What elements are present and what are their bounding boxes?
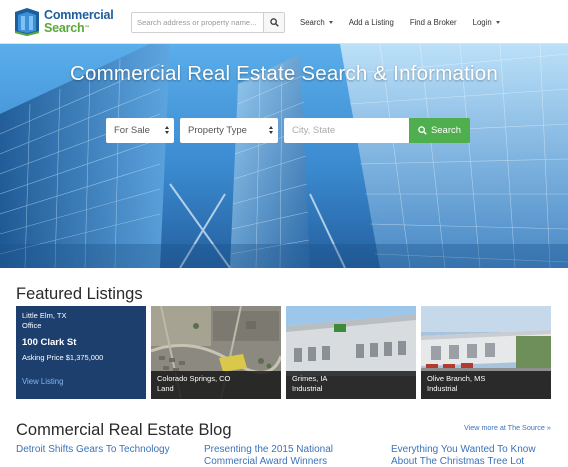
featured-listings-heading: Featured Listings (16, 285, 143, 303)
chevron-down-icon (165, 126, 170, 135)
header-search-box (131, 12, 285, 33)
chevron-down-icon (495, 21, 500, 24)
listing-address: 100 Clark St (22, 337, 77, 348)
commercial-search-logo[interactable]: Commercial Search™ (14, 6, 124, 38)
address-search-input[interactable] (132, 13, 264, 32)
nav-find-broker-label: Find a Broker (409, 18, 457, 27)
hero-search-button[interactable]: Search (409, 118, 470, 143)
hero-banner: Commercial Real Estate Search & Informat… (0, 44, 568, 268)
featured-listings: Little Elm, TX Office 100 Clark St Askin… (16, 306, 552, 399)
listing-caption: Olive Branch, MS Industrial (421, 371, 551, 399)
listing-type: Industrial (427, 384, 458, 393)
main-nav: Search Add a Listing Find a Broker Login (300, 12, 516, 33)
nav-login-dropdown[interactable]: Login (473, 18, 500, 27)
blog-post-link[interactable]: Detroit Shifts Gears To Technology (16, 444, 196, 456)
hero-search-form: For Sale Property Type Search (106, 118, 470, 143)
listing-price: Asking Price $1,375,000 (22, 353, 104, 362)
listing-type: Industrial (292, 384, 323, 393)
nav-add-listing[interactable]: Add a Listing (349, 18, 394, 27)
building-logo-icon (15, 8, 39, 36)
nav-add-listing-label: Add a Listing (348, 18, 394, 27)
property-type-value: Property Type (188, 125, 247, 136)
view-listing-link[interactable]: View Listing (22, 377, 63, 386)
chevron-down-icon (269, 126, 274, 135)
trademark-symbol: ™ (84, 25, 90, 31)
blog-post-link[interactable]: Everything You Wanted To Know About The … (391, 444, 561, 467)
listing-card[interactable]: Little Elm, TX Office 100 Clark St Askin… (16, 306, 146, 399)
listing-card[interactable]: Grimes, IA Industrial (286, 306, 416, 399)
chevron-down-icon (328, 21, 333, 24)
listing-type: Office (22, 321, 42, 330)
header-search-button[interactable] (263, 13, 284, 32)
property-type-select[interactable]: Property Type (180, 118, 278, 143)
listing-location: Colorado Springs, CO (157, 374, 231, 383)
city-state-input[interactable] (284, 118, 409, 143)
hero-search-button-label: Search (430, 125, 462, 136)
logo-text-search: Search™ (44, 21, 90, 35)
listing-type-value: For Sale (114, 125, 150, 136)
listing-caption: Colorado Springs, CO Land (151, 371, 281, 399)
blog-heading: Commercial Real Estate Blog (16, 421, 232, 439)
top-navigation-bar: Commercial Search™ Search Add a Listing … (0, 0, 568, 44)
listing-type: Land (157, 384, 174, 393)
listing-caption: Grimes, IA Industrial (286, 371, 416, 399)
hero-title: Commercial Real Estate Search & Informat… (70, 62, 498, 85)
listing-card[interactable]: Colorado Springs, CO Land (151, 306, 281, 399)
listing-type-select[interactable]: For Sale (106, 118, 174, 143)
listing-location: Olive Branch, MS (427, 374, 486, 383)
view-more-source-link[interactable]: View more at The Source » (464, 423, 551, 432)
nav-find-broker[interactable]: Find a Broker (410, 18, 457, 27)
listing-card[interactable]: Olive Branch, MS Industrial (421, 306, 551, 399)
nav-search-label: Search (300, 18, 325, 27)
search-icon (269, 18, 279, 27)
listing-location: Little Elm, TX (22, 311, 67, 320)
nav-search-dropdown[interactable]: Search (300, 18, 333, 27)
nav-login-label: Login (472, 18, 492, 27)
search-icon (418, 126, 427, 135)
blog-post-link[interactable]: Presenting the 2015 National Commercial … (204, 444, 374, 467)
listing-location: Grimes, IA (292, 374, 328, 383)
